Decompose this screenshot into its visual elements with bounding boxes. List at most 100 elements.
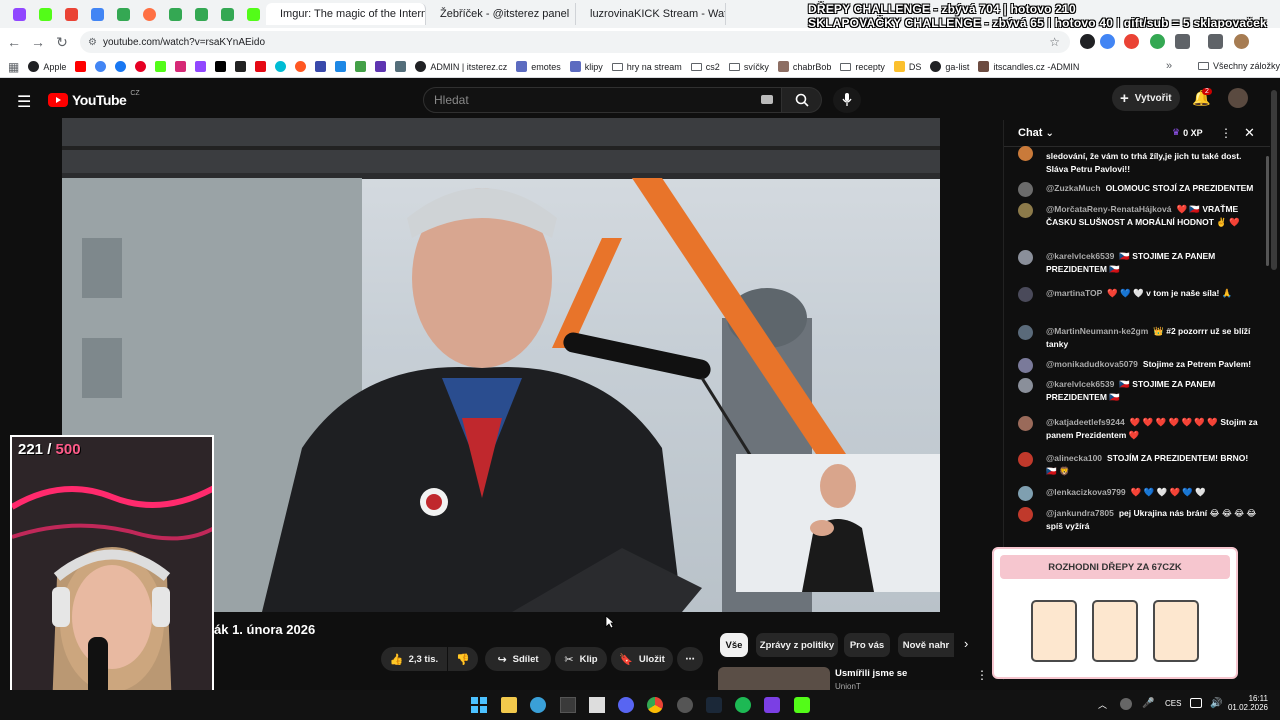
share-button[interactable]: ↪ Sdílet xyxy=(485,647,551,671)
microphone-icon[interactable]: 🎤 xyxy=(1142,698,1154,709)
recommended-title[interactable]: Usmířili jsme se xyxy=(835,668,907,679)
pinned-tab[interactable] xyxy=(162,4,188,24)
message-author[interactable]: @jankundra7805 xyxy=(1046,508,1114,518)
filter-chip-new[interactable]: Nově nahr xyxy=(898,633,954,657)
bookmark-app[interactable] xyxy=(395,61,407,72)
bookmark-facebook[interactable] xyxy=(115,61,127,72)
pinned-tab[interactable] xyxy=(188,4,214,24)
pinned-tab[interactable] xyxy=(6,4,32,24)
search-button[interactable] xyxy=(782,87,822,113)
page-scrollbar[interactable] xyxy=(1271,90,1277,270)
tab-kick-stream[interactable]: luzrovinaKICK Stream - Watch l xyxy=(576,3,726,25)
more-bookmarks-icon[interactable]: » xyxy=(1166,60,1172,72)
bookmark-folder[interactable]: hry na stream xyxy=(611,62,682,72)
message-author[interactable]: @ZuzkaMuch xyxy=(1046,183,1101,193)
pinned-tab[interactable] xyxy=(240,4,266,24)
bookmark-google[interactable] xyxy=(95,61,107,72)
bookmark-folder[interactable]: recepty xyxy=(840,62,885,72)
message-author[interactable]: @karelvlcek6539 xyxy=(1046,251,1114,261)
voice-search-button[interactable] xyxy=(833,87,861,113)
reload-icon[interactable]: ↻ xyxy=(50,30,74,54)
recommended-menu-icon[interactable]: ⋮ xyxy=(976,668,988,682)
bookmark-folder[interactable]: cs2 xyxy=(690,62,720,72)
app-icon[interactable] xyxy=(530,697,546,713)
bookmark-kick[interactable] xyxy=(155,61,167,72)
language-indicator[interactable]: CES xyxy=(1165,699,1181,708)
speaker-icon[interactable]: 🔊 xyxy=(1210,698,1222,709)
bookmark-instagram[interactable] xyxy=(175,61,187,72)
obs-icon[interactable] xyxy=(677,697,693,713)
bookmark-app[interactable] xyxy=(375,61,387,72)
youtube-logo[interactable]: YouTube CZ xyxy=(48,90,140,108)
tray-chevron-icon[interactable]: ︿ xyxy=(1098,698,1107,711)
message-author[interactable]: @alinecka100 xyxy=(1046,453,1102,463)
app-icon[interactable] xyxy=(589,697,605,713)
spotify-icon[interactable] xyxy=(735,697,751,713)
bookmark-emotes[interactable]: emotes xyxy=(516,61,561,72)
pinned-tab[interactable] xyxy=(32,4,58,24)
dislike-button[interactable]: 👎 xyxy=(448,647,478,671)
keyboard-icon[interactable] xyxy=(761,95,773,104)
chat-mode-dropdown[interactable]: Chat ⌄ xyxy=(1018,127,1054,139)
tab-leaderboard[interactable]: Žebříček - @itsterez panel xyxy=(426,3,576,25)
bookmark-app[interactable] xyxy=(275,61,287,72)
forward-icon[interactable]: → xyxy=(26,30,50,54)
bookmark-app[interactable] xyxy=(355,61,367,72)
windows-start-icon[interactable] xyxy=(471,697,487,713)
message-author[interactable]: @MorčataReny-RenataHájková xyxy=(1046,204,1171,214)
message-author[interactable]: @katjadeetlefs9244 xyxy=(1046,417,1125,427)
bookmark-netflix[interactable] xyxy=(255,61,267,72)
chrome-icon[interactable] xyxy=(647,697,663,713)
bookmark-app[interactable] xyxy=(335,61,347,72)
pinned-tab[interactable] xyxy=(84,4,110,24)
bookmark-klipy[interactable]: klipy xyxy=(569,61,603,72)
chevron-right-icon[interactable]: › xyxy=(964,636,968,651)
bookmark-galist[interactable]: ga-list xyxy=(930,61,969,72)
bookmark-app[interactable] xyxy=(315,61,327,72)
steam-icon[interactable] xyxy=(706,697,722,713)
vote-card[interactable] xyxy=(1153,600,1199,662)
message-author[interactable]: @monikadudkova5079 xyxy=(1046,359,1138,369)
hamburger-menu-icon[interactable]: ☰ xyxy=(17,92,31,112)
bookmark-folder[interactable]: svíčky xyxy=(728,62,769,72)
app-icon[interactable] xyxy=(764,697,780,713)
tray-icon[interactable] xyxy=(1120,698,1132,710)
app-icon[interactable] xyxy=(560,697,576,713)
bookmark-pinterest[interactable] xyxy=(135,61,147,72)
apps-grid-icon[interactable]: ▦ xyxy=(8,60,19,74)
bookmark-twitch[interactable] xyxy=(195,61,207,72)
extension-icon[interactable] xyxy=(1080,34,1095,49)
vote-card[interactable] xyxy=(1092,600,1138,662)
tab-imgur[interactable]: Imgur: The magic of the Interne ✕ xyxy=(266,3,426,25)
chat-scrollbar[interactable] xyxy=(1266,156,1269,266)
bookmark-admin[interactable]: ADMIN | itsterez.cz xyxy=(415,61,507,72)
bookmark-ds[interactable]: DS xyxy=(893,61,921,72)
search-input[interactable]: Hledat xyxy=(423,87,782,113)
back-icon[interactable]: ← xyxy=(2,30,26,54)
filter-chip-for-you[interactable]: Pro vás xyxy=(844,633,890,657)
star-icon[interactable]: ☆ xyxy=(1049,35,1060,49)
pinned-tab[interactable] xyxy=(110,4,136,24)
like-button[interactable]: 👍 2,3 tis. xyxy=(381,647,447,671)
bookmark-app[interactable] xyxy=(295,61,307,72)
filter-chip-politics[interactable]: Zprávy z politiky xyxy=(756,633,838,657)
create-button[interactable]: + Vytvořit xyxy=(1112,85,1180,111)
close-icon[interactable]: ✕ xyxy=(1244,125,1255,141)
all-bookmarks[interactable]: Všechny záložky xyxy=(1198,61,1280,71)
bookmark-tiktok[interactable] xyxy=(235,61,247,72)
vote-card[interactable] xyxy=(1031,600,1077,662)
pinned-tab[interactable] xyxy=(58,4,84,24)
extensions-puzzle-icon[interactable] xyxy=(1175,34,1190,49)
filter-chip-all[interactable]: Vše xyxy=(720,633,748,657)
kick-icon[interactable] xyxy=(794,697,810,713)
sidebar-icon[interactable] xyxy=(1208,34,1223,49)
bookmark-x[interactable] xyxy=(215,61,227,72)
clip-button[interactable]: ✂ Klip xyxy=(555,647,607,671)
file-explorer-icon[interactable] xyxy=(501,697,517,713)
message-author[interactable]: @martinaTOP xyxy=(1046,288,1102,298)
pinned-tab[interactable] xyxy=(214,4,240,24)
xp-badge[interactable]: ♛ 0 XP xyxy=(1172,127,1203,138)
extension-icon[interactable] xyxy=(1124,34,1139,49)
site-info-icon[interactable]: ⚙ xyxy=(88,37,97,48)
clock[interactable]: 16:11 01.02.2026 xyxy=(1226,694,1268,712)
